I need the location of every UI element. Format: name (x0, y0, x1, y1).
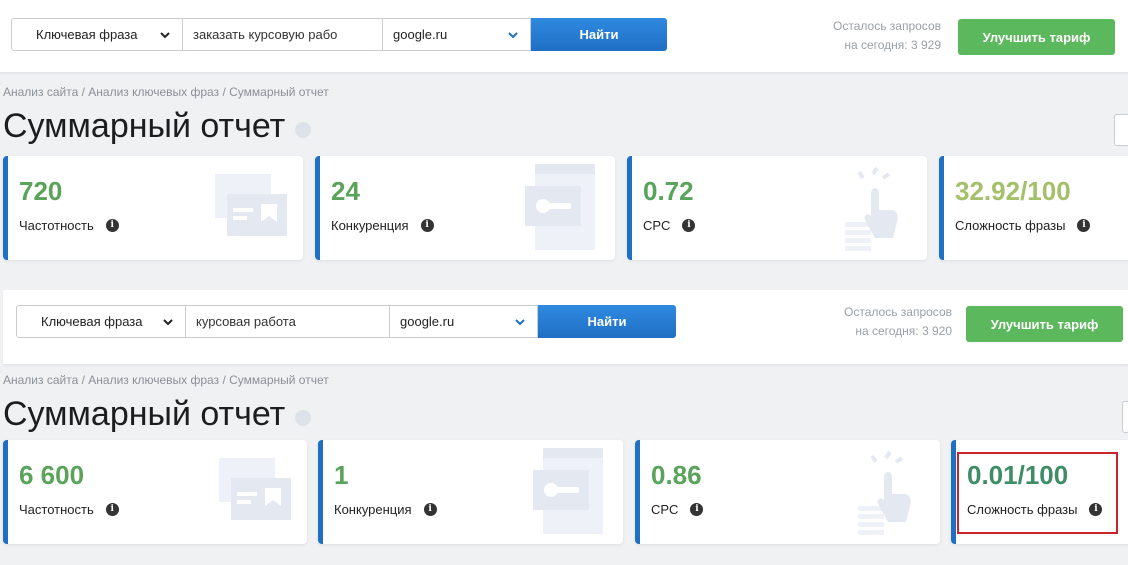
key-window-icon (525, 164, 595, 250)
chevron-down-icon (508, 31, 518, 38)
breadcrumb: Анализ сайта / Анализ ключевых фраз / Су… (3, 373, 329, 387)
metric-card-frequency: 6 600 Частотность i (3, 440, 307, 544)
breadcrumb-separator: / (219, 373, 230, 387)
breadcrumb: Анализ сайта / Анализ ключевых фраз / Су… (3, 85, 329, 99)
breadcrumb-item[interactable]: Анализ сайта (3, 373, 78, 387)
info-icon[interactable] (295, 409, 312, 426)
search-engine-label: google.ru (400, 314, 455, 329)
metric-value: 32.92/100 (955, 176, 1071, 206)
metric-value: 1 (334, 460, 349, 490)
search-type-select[interactable]: Ключевая фраза (16, 305, 186, 338)
report-panel-2: Ключевая фраза google.ru Найти Осталось … (0, 283, 1128, 565)
chevron-down-icon (163, 318, 173, 325)
info-icon[interactable]: i (105, 219, 119, 232)
search-engine-select[interactable]: google.ru (383, 18, 531, 51)
metric-label-text: Частотность (19, 218, 94, 233)
breadcrumb-item: Суммарный отчет (229, 373, 329, 387)
page-title: Суммарный отчет (3, 395, 312, 434)
hand-click-icon (845, 166, 898, 251)
search-form: Ключевая фраза google.ru Найти (16, 305, 676, 338)
metric-card-competition: 1 Конкуренция i (318, 440, 623, 544)
metric-label-text: Конкуренция (334, 502, 412, 517)
ads-icon (215, 174, 287, 236)
metric-label-text: Конкуренция (331, 218, 409, 233)
metric-label: CPC i (651, 502, 704, 517)
breadcrumb-separator: / (219, 85, 230, 99)
search-engine-label: google.ru (393, 27, 448, 42)
metric-value: 24 (331, 176, 360, 206)
info-icon[interactable]: i (1089, 503, 1103, 516)
breadcrumb-item[interactable]: Анализ ключевых фраз (88, 85, 219, 99)
info-icon[interactable]: i (420, 219, 434, 232)
chevron-down-icon (160, 31, 170, 38)
metric-label-text: CPC (643, 218, 671, 233)
info-icon[interactable]: i (1077, 219, 1091, 232)
hand-click-icon (858, 450, 911, 535)
info-icon[interactable]: i (423, 503, 437, 516)
metric-value: 0.01/100 (967, 460, 1069, 490)
ads-icon (219, 458, 291, 520)
breadcrumb-item: Суммарный отчет (229, 85, 329, 99)
metric-value: 0.86 (651, 460, 702, 490)
search-engine-select[interactable]: google.ru (390, 305, 538, 338)
metric-value: 0.72 (643, 176, 694, 206)
search-toolbar: Ключевая фраза google.ru Найти Осталось … (3, 290, 1128, 365)
export-button[interactable] (1114, 114, 1128, 146)
find-button[interactable]: Найти (538, 305, 676, 338)
metric-label: Сложность фразы i (955, 218, 1091, 233)
requests-remaining: Осталось запросов на сегодня: 3 920 (844, 303, 952, 341)
metric-card-competition: 24 Конкуренция i (315, 156, 615, 260)
search-form: Ключевая фраза google.ru Найти (11, 18, 667, 51)
breadcrumb-separator: / (78, 373, 89, 387)
metric-label: Сложность фразы i (967, 502, 1103, 517)
breadcrumb-item[interactable]: Анализ ключевых фраз (88, 373, 219, 387)
search-type-select[interactable]: Ключевая фраза (11, 18, 183, 51)
export-button[interactable] (1122, 401, 1128, 433)
metric-label: Конкуренция i (334, 502, 437, 517)
upgrade-plan-button[interactable]: Улучшить тариф (966, 306, 1123, 342)
metric-card-cpc: 0.72 CPC i (627, 156, 927, 260)
keyword-input[interactable] (183, 18, 383, 51)
info-icon[interactable] (295, 121, 312, 138)
info-icon[interactable]: i (682, 219, 696, 232)
requests-remaining-line2: на сегодня: 3 929 (844, 38, 941, 52)
requests-remaining: Осталось запросов на сегодня: 3 929 (833, 17, 941, 55)
breadcrumb-separator: / (78, 85, 89, 99)
report-panel-1: Ключевая фраза google.ru Найти Осталось … (0, 0, 1128, 283)
metric-card-cpc: 0.86 CPC i (635, 440, 940, 544)
metric-label: Частотность i (19, 502, 119, 517)
metric-card-difficulty: 0.01/100 Сложность фразы i (951, 440, 1128, 544)
breadcrumb-item[interactable]: Анализ сайта (3, 85, 78, 99)
metric-label-text: Частотность (19, 502, 94, 517)
search-type-label: Ключевая фраза (41, 314, 143, 329)
metric-label-text: CPC (651, 502, 679, 517)
info-icon[interactable]: i (105, 503, 119, 516)
info-icon[interactable]: i (690, 503, 704, 516)
metric-label: Частотность i (19, 218, 119, 233)
upgrade-plan-button[interactable]: Улучшить тариф (958, 19, 1115, 55)
find-button[interactable]: Найти (531, 18, 667, 51)
key-window-icon (533, 448, 603, 534)
metric-label-text: Сложность фразы (955, 218, 1066, 233)
search-type-label: Ключевая фраза (36, 27, 138, 42)
page-title: Суммарный отчет (3, 107, 312, 146)
metric-value: 6 600 (19, 460, 85, 490)
metric-label: CPC i (643, 218, 696, 233)
requests-remaining-line1: Осталось запросов (844, 305, 952, 319)
requests-remaining-line2: на сегодня: 3 920 (855, 324, 952, 338)
metric-label: Конкуренция i (331, 218, 434, 233)
requests-remaining-line1: Осталось запросов (833, 19, 941, 33)
metric-card-frequency: 720 Частотность i (3, 156, 303, 260)
search-toolbar: Ключевая фраза google.ru Найти Осталось … (0, 0, 1128, 73)
keyword-input[interactable] (186, 305, 390, 338)
page-title-text: Суммарный отчет (3, 395, 286, 433)
metric-label-text: Сложность фразы (967, 502, 1078, 517)
chevron-down-icon (515, 318, 525, 325)
page-title-text: Суммарный отчет (3, 107, 286, 145)
metric-card-difficulty: 32.92/100 Сложность фразы i (939, 156, 1128, 260)
metric-value: 720 (19, 176, 63, 206)
